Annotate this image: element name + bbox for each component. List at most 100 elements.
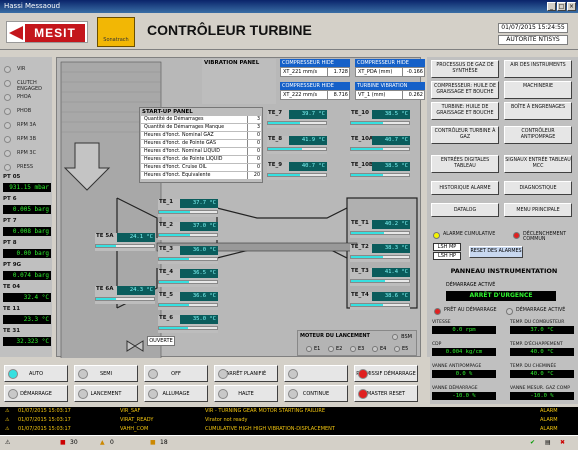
reading-label: PT 8 bbox=[3, 240, 17, 246]
control-button[interactable]: PERMISSIF DÉMARRAGE bbox=[354, 365, 418, 382]
control-button[interactable]: SEMI bbox=[74, 365, 138, 382]
instrument-label: VANNE DÉMARRAGE bbox=[432, 386, 478, 391]
nav-button[interactable]: DATALOG bbox=[431, 203, 499, 217]
temperature-value: 36.6 °C bbox=[180, 292, 218, 301]
alarm-log-row[interactable]: ⚠ 01/07/2015 15:03:17 VIRAT_READY Virator n… bbox=[0, 416, 578, 425]
startup-row-label: Heures d'fonct. de Pointe GAS bbox=[144, 141, 216, 146]
reading-value: 0.005 barg bbox=[3, 205, 51, 214]
vibration-reading: COMPRESSEUR HIDE XT_222 mm/s 8.716 bbox=[280, 82, 350, 102]
close-button[interactable]: × bbox=[567, 2, 576, 11]
indicator-label: RPM 3B bbox=[17, 136, 37, 142]
button-led bbox=[148, 369, 158, 379]
button-led bbox=[218, 369, 228, 379]
control-button-label: ALLUMAGE bbox=[162, 391, 190, 397]
instrument-reading: VITESSE 0.0 rpm bbox=[432, 320, 500, 334]
alarm-log-row[interactable]: ⚠ 01/07/2015 15:03:17 VAHH_COM CUMULATIVE H… bbox=[0, 425, 578, 434]
reading-value: 0.00 barg bbox=[3, 249, 51, 258]
reading-value: 23.3 °C bbox=[3, 315, 51, 324]
temperature-bar bbox=[267, 173, 327, 177]
nav-button[interactable]: MACHINERIE bbox=[504, 81, 572, 99]
control-button-label: LANCEMENT bbox=[90, 391, 122, 397]
control-button[interactable]: DÉMARRAGE bbox=[4, 385, 68, 402]
temperature-label: TE_T3 bbox=[351, 268, 369, 274]
alarm-message: Virator not ready bbox=[205, 417, 248, 423]
temperature-label: TE_10 bbox=[351, 110, 369, 116]
alarm-tag: VAHH_COM bbox=[120, 426, 149, 432]
left-indicator: RPM 3A bbox=[4, 119, 50, 131]
control-button[interactable] bbox=[284, 365, 348, 382]
control-button[interactable]: OFF bbox=[144, 365, 208, 382]
instrument-panel-title: PANNEAU INSTRUMENTATION bbox=[450, 267, 558, 275]
indicator-label: RPM 3C bbox=[17, 150, 37, 156]
maximize-button[interactable]: □ bbox=[557, 2, 566, 11]
reading-value: 0.074 barg bbox=[3, 271, 51, 280]
nav-button[interactable]: BOÎTE À ENGRENAGES bbox=[504, 102, 572, 120]
event-count-icon: ■ bbox=[150, 439, 156, 446]
alarm-type: ALARM bbox=[540, 417, 558, 423]
instrument-value: -10.0 % bbox=[510, 392, 574, 400]
minimize-button[interactable]: _ bbox=[547, 2, 556, 11]
temperature-value: 40.7 °C bbox=[289, 162, 327, 171]
temperature-value: 24.1 °C bbox=[117, 233, 155, 242]
control-button[interactable]: HALTE bbox=[214, 385, 278, 402]
control-button[interactable]: ARRÊT PLANIFIÉ bbox=[214, 365, 278, 382]
reading-label: PT 7 bbox=[3, 218, 17, 224]
warning-count-icon: ▲ bbox=[100, 439, 105, 446]
temperature-label: TE_T4 bbox=[351, 292, 369, 298]
reset-alarms-button[interactable]: RESET DES ALARMES bbox=[469, 246, 523, 258]
launch-motor-indicator: E3 bbox=[350, 346, 364, 352]
control-button[interactable]: CONTINUE bbox=[284, 385, 348, 402]
control-button[interactable]: LANCEMENT bbox=[74, 385, 138, 402]
temperature-bar bbox=[350, 303, 410, 307]
nav-button[interactable]: CONTRÔLEUR TURBINE À GAZ bbox=[431, 126, 499, 144]
alarm-filter-icon[interactable]: ⚠ bbox=[5, 439, 10, 446]
motor-label: E4 bbox=[380, 346, 387, 352]
control-buttons: AUTO SEMI OFF ARRÊT PLANIFIÉ PERMISSIF DÉMAR… bbox=[0, 362, 430, 405]
alarm-count-icon: ■ bbox=[60, 439, 66, 446]
nav-button[interactable]: COMPRESSEUR: HUILE DE GRAISSAGE ET BOUCH… bbox=[431, 81, 499, 99]
common-trip-indicator: DÉCLENCHEMENT COMMUN bbox=[513, 232, 577, 244]
control-button[interactable]: ALLUMAGE bbox=[144, 385, 208, 402]
startup-panel: START-UP PANEL Quantité de Démarrages 3 Qu… bbox=[139, 107, 263, 183]
temperature-value: 37.0 °C bbox=[180, 222, 218, 231]
nav-button[interactable]: ENTRÉES DIGITALES TABLEAU bbox=[431, 155, 499, 173]
temperature-value: 36.5 °C bbox=[180, 269, 218, 278]
temperature-gauge: TE_8 41.9 °C bbox=[267, 136, 327, 154]
nav-button[interactable]: MENU PRINCIPALE bbox=[504, 203, 572, 217]
vibration-value: 8.716 bbox=[327, 91, 349, 99]
temperature-bar bbox=[350, 147, 410, 151]
temperature-label: TE 5A bbox=[96, 233, 114, 239]
temperature-label: TE_T1 bbox=[351, 220, 369, 226]
control-button[interactable]: AUTO bbox=[4, 365, 68, 382]
log-icon[interactable]: ▤ bbox=[545, 439, 551, 446]
alarm-log-row[interactable]: ⚠ 01/07/2015 15:03:17 VIR_SAF VIR - TURNING… bbox=[0, 407, 578, 416]
nav-button[interactable]: DIAGNOSTIQUE bbox=[504, 181, 572, 195]
instrument-reading: VANNE ANTIPOMPAGE 0.0 % bbox=[432, 364, 500, 378]
nav-button[interactable]: SIGNAUX ENTRÉE TABLEAU MCC bbox=[504, 155, 572, 173]
nav-button[interactable]: PROCESSUS DE GAZ DE SYNTHÈSE bbox=[431, 60, 499, 78]
nav-button[interactable]: AIR DES INSTRUMENTS bbox=[504, 60, 572, 78]
temperature-value: 39.7 °C bbox=[289, 110, 327, 119]
instrument-value: 37.0 °C bbox=[510, 326, 574, 334]
control-button[interactable]: MASTER RESET bbox=[354, 385, 418, 402]
clear-icon[interactable]: ✖ bbox=[560, 439, 565, 446]
temperature-gauge: TE_10B 38.5 °C bbox=[350, 162, 410, 180]
startup-row-value: 0 bbox=[247, 156, 261, 163]
left-indicator: CLUTCH ENGAGED bbox=[4, 77, 50, 92]
nav-button[interactable]: CONTRÔLEUR ANTIPOMPAGE bbox=[504, 126, 572, 144]
temperature-bar bbox=[95, 244, 155, 248]
ack-icon[interactable]: ✔ bbox=[530, 439, 535, 446]
startup-row-label: Heures d'fonct. de Pointe LIQUID bbox=[144, 157, 223, 162]
temperature-gauge: TE_3 36.0 °C bbox=[158, 246, 218, 264]
temperature-bar bbox=[350, 255, 410, 259]
launch-motor-panel: MOTEUR DU LANCEMENT E1 E2 E3 E4 E5 BSM bbox=[297, 330, 417, 356]
indicator-label: PHOB bbox=[17, 108, 32, 114]
left-indicator: VIR bbox=[4, 63, 50, 75]
reading-label: TE 31 bbox=[3, 328, 21, 334]
nav-button[interactable]: TURBINE: HUILE DE GRAISSAGE ET BOUCHE bbox=[431, 102, 499, 120]
temperature-gauge: TE_10A 40.7 °C bbox=[350, 136, 410, 154]
temperature-gauge: TE_7 39.7 °C bbox=[267, 110, 327, 128]
startup-row: Quantité de Démarrages 3 bbox=[141, 116, 261, 123]
nav-button[interactable]: HISTORIQUE ALARME bbox=[431, 181, 499, 195]
reading-value: 32.323 °C bbox=[3, 337, 51, 346]
